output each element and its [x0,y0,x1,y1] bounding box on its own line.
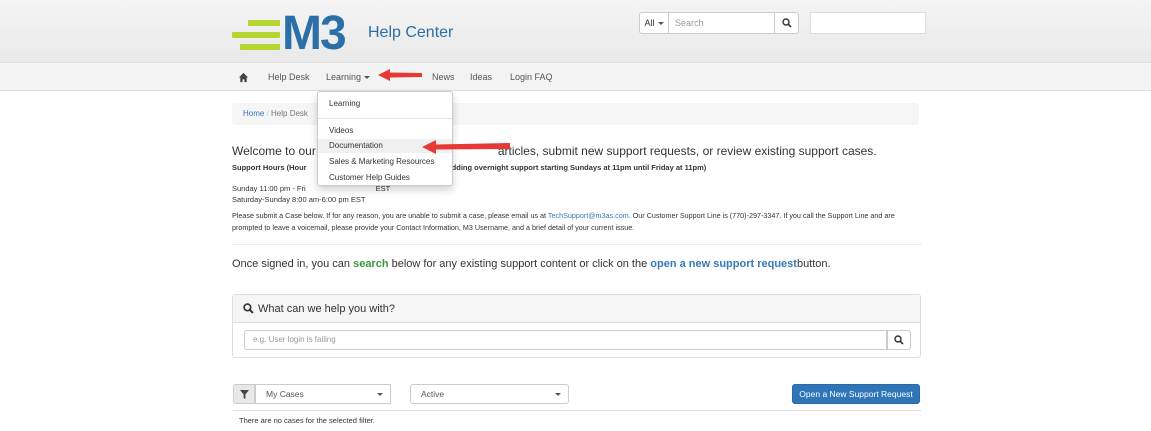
dropdown-item-sales-marketing[interactable]: Sales & Marketing Resources [318,155,452,169]
search-highlight: search [353,258,389,270]
header-user-box[interactable] [810,12,926,34]
support-instructions: Please submit a Case below. If for any r… [232,210,922,234]
open-new-support-request-button[interactable]: Open a New Support Request [792,384,920,404]
dropdown-item-customer-help-guides[interactable]: Customer Help Guides [318,171,452,185]
main-navbar: Help Desk Learning News Ideas Login FAQ [0,62,1151,91]
welcome-text-right: articles, submit new support requests, o… [497,144,877,158]
signed-in-text: Once signed in, you can search below for… [232,258,831,270]
filter-button[interactable] [233,384,255,404]
annotation-arrow-icon [422,140,510,154]
case-status-value: Active [421,389,445,399]
dropdown-item-videos[interactable]: Videos [318,124,452,138]
help-search-button[interactable] [887,330,911,350]
support-email-link[interactable]: TechSupport@m3as.com [548,211,629,220]
search-scope-dropdown[interactable]: All [639,12,669,34]
nav-item-learning[interactable]: Learning [326,63,371,92]
header-search: All Search [639,12,799,34]
dropdown-divider [318,118,452,119]
nav-item-news[interactable]: News [432,63,455,92]
filter-icon [239,389,249,399]
nav-item-ideas[interactable]: Ideas [470,63,492,92]
welcome-text-left: Welcome to our H [232,144,328,158]
dropdown-item-learning[interactable]: Learning [318,97,452,111]
signed-in-text-part1: Once signed in, you can [232,258,354,270]
support-instructions-part1: Please submit a Case below. If for any r… [232,211,548,220]
support-hours-title: Support Hours (Hour w adding overnight su… [232,163,706,172]
nav-item-learning-label: Learning [326,72,362,82]
annotation-arrow-icon [378,69,422,81]
logo-bars-icon [232,20,280,50]
help-panel-title: What can we help you with? [258,302,395,315]
breadcrumb-home-link[interactable]: Home [243,109,264,118]
chevron-down-icon [555,393,561,396]
open-request-link[interactable]: open a new support request [650,258,797,270]
help-panel-header: What can we help you with? [233,295,920,323]
nav-item-help-desk[interactable]: Help Desk [268,63,310,92]
support-hours-title-left: Support Hours (Hour [232,163,307,172]
chevron-down-icon [364,76,371,80]
help-search-input[interactable]: e.g. User login is failing [244,330,887,350]
signed-in-text-part2: below for any existing support content o… [388,258,651,270]
no-cases-message: There are no cases for the selected filt… [233,410,921,430]
case-filter-value: My Cases [266,389,304,399]
logo-mark: M3 [282,7,347,60]
case-filter-select[interactable]: My Cases [255,384,391,404]
logo-text: Help Center [368,24,454,41]
help-search-panel: What can we help you with? e.g. User log… [232,294,921,358]
case-status-select[interactable]: Active [410,384,569,404]
chevron-down-icon [377,393,383,396]
search-icon [243,303,254,314]
chevron-down-icon [657,21,664,25]
home-icon[interactable] [238,72,249,83]
support-hours-title-right: w adding overnight support starting Sund… [439,163,707,172]
breadcrumb-current: Help Desk [271,109,308,118]
search-scope-label: All [644,18,655,28]
site-header: M3 Help Center All Search [0,0,1151,62]
search-icon [781,18,792,28]
search-icon [894,335,904,345]
support-hours-weekend: Saturday-Sunday 8:00 am-6:00 pm EST [232,195,366,204]
support-hours-weekday-left: Sunday 11:00 pm - Fri [232,184,306,193]
search-input[interactable]: Search [669,12,775,34]
nav-item-login-faq[interactable]: Login FAQ [510,63,553,92]
signed-in-text-part3: button. [796,258,831,270]
search-button[interactable] [775,12,799,34]
content-divider [232,244,922,245]
